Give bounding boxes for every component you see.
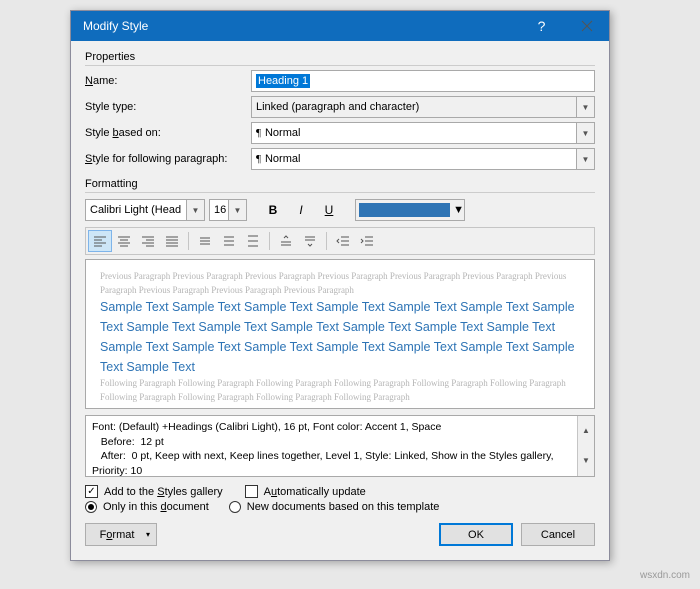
- style-type-label: Style type:: [85, 101, 245, 113]
- spacing-single-button[interactable]: [193, 230, 217, 252]
- description-box: Font: (Default) +Headings (Calibri Light…: [85, 415, 595, 477]
- modify-style-dialog: Modify Style ? Properties Name: Heading …: [70, 10, 610, 561]
- close-icon: [580, 19, 594, 33]
- description-line: After: 0 pt, Keep with next, Keep lines …: [92, 449, 588, 478]
- dialog-title: Modify Style: [83, 19, 148, 33]
- watermark: wsxdn.com: [640, 570, 690, 581]
- preview-sample-text: Sample Text Sample Text Sample Text Samp…: [100, 297, 580, 377]
- spacing-double-button[interactable]: [241, 230, 265, 252]
- indent-increase-button[interactable]: [355, 230, 379, 252]
- new-docs-radio[interactable]: [229, 501, 241, 513]
- indent-decrease-button[interactable]: [331, 230, 355, 252]
- add-to-gallery-label: Add to the Styles gallery: [104, 486, 223, 498]
- properties-group-label: Properties: [85, 51, 595, 66]
- align-left-button[interactable]: [88, 230, 112, 252]
- align-justify-button[interactable]: [160, 230, 184, 252]
- scroll-up-icon[interactable]: ▲: [578, 416, 594, 446]
- pilcrow-icon: ¶: [256, 127, 261, 139]
- preview-previous-text: Previous Paragraph Previous Paragraph Pr…: [100, 270, 580, 297]
- ok-button[interactable]: OK: [439, 523, 513, 546]
- underline-button[interactable]: U: [317, 199, 341, 221]
- add-to-gallery-checkbox[interactable]: ✓: [85, 485, 98, 498]
- color-swatch: [359, 203, 450, 217]
- auto-update-checkbox[interactable]: [245, 485, 258, 498]
- chevron-down-icon[interactable]: ▼: [576, 123, 594, 143]
- based-on-select[interactable]: ¶Normal ▼: [251, 122, 595, 144]
- name-label: Name:: [85, 75, 245, 87]
- style-type-select: Linked (paragraph and character)▼: [251, 96, 595, 118]
- dialog-body: Properties Name: Heading 1 Style type: L…: [71, 41, 609, 560]
- new-docs-label: New documents based on this template: [247, 501, 440, 513]
- pilcrow-icon: ¶: [256, 153, 261, 165]
- space-before-increase-button[interactable]: [274, 230, 298, 252]
- formatting-group-label: Formatting: [85, 178, 595, 193]
- preview-pane: Previous Paragraph Previous Paragraph Pr…: [85, 259, 595, 409]
- only-this-doc-radio[interactable]: [85, 501, 97, 513]
- scroll-down-icon[interactable]: ▼: [578, 446, 594, 476]
- italic-button[interactable]: I: [289, 199, 313, 221]
- chevron-down-icon[interactable]: ▼: [228, 200, 246, 220]
- close-button[interactable]: [564, 11, 609, 41]
- align-right-button[interactable]: [136, 230, 160, 252]
- chevron-down-icon[interactable]: ▼: [576, 149, 594, 169]
- auto-update-label: Automatically update: [264, 486, 366, 498]
- chevron-down-icon: ▼: [576, 97, 594, 117]
- cancel-button[interactable]: Cancel: [521, 523, 595, 546]
- bold-button[interactable]: B: [261, 199, 285, 221]
- paragraph-toolbar: [85, 227, 595, 255]
- name-input[interactable]: Heading 1: [251, 70, 595, 92]
- help-button[interactable]: ?: [519, 11, 564, 41]
- chevron-down-icon[interactable]: ▼: [186, 200, 204, 220]
- format-button[interactable]: Format: [85, 523, 157, 546]
- description-line: Before: 12 pt: [92, 435, 588, 450]
- titlebar: Modify Style ?: [71, 11, 609, 41]
- chevron-down-icon[interactable]: ▼: [453, 204, 464, 216]
- align-center-button[interactable]: [112, 230, 136, 252]
- font-select[interactable]: Calibri Light (Head▼: [85, 199, 205, 221]
- only-this-doc-label: Only in this document: [103, 501, 209, 513]
- preview-following-text: Following Paragraph Following Paragraph …: [100, 377, 580, 404]
- following-label: Style for following paragraph:: [85, 153, 245, 165]
- following-select[interactable]: ¶Normal ▼: [251, 148, 595, 170]
- spacing-onehalf-button[interactable]: [217, 230, 241, 252]
- description-scrollbar[interactable]: ▲ ▼: [577, 416, 594, 476]
- font-color-select[interactable]: ▼: [355, 199, 465, 221]
- based-on-label: Style based on:: [85, 127, 245, 139]
- font-size-select[interactable]: 16▼: [209, 199, 247, 221]
- space-before-decrease-button[interactable]: [298, 230, 322, 252]
- description-line: Font: (Default) +Headings (Calibri Light…: [92, 420, 588, 435]
